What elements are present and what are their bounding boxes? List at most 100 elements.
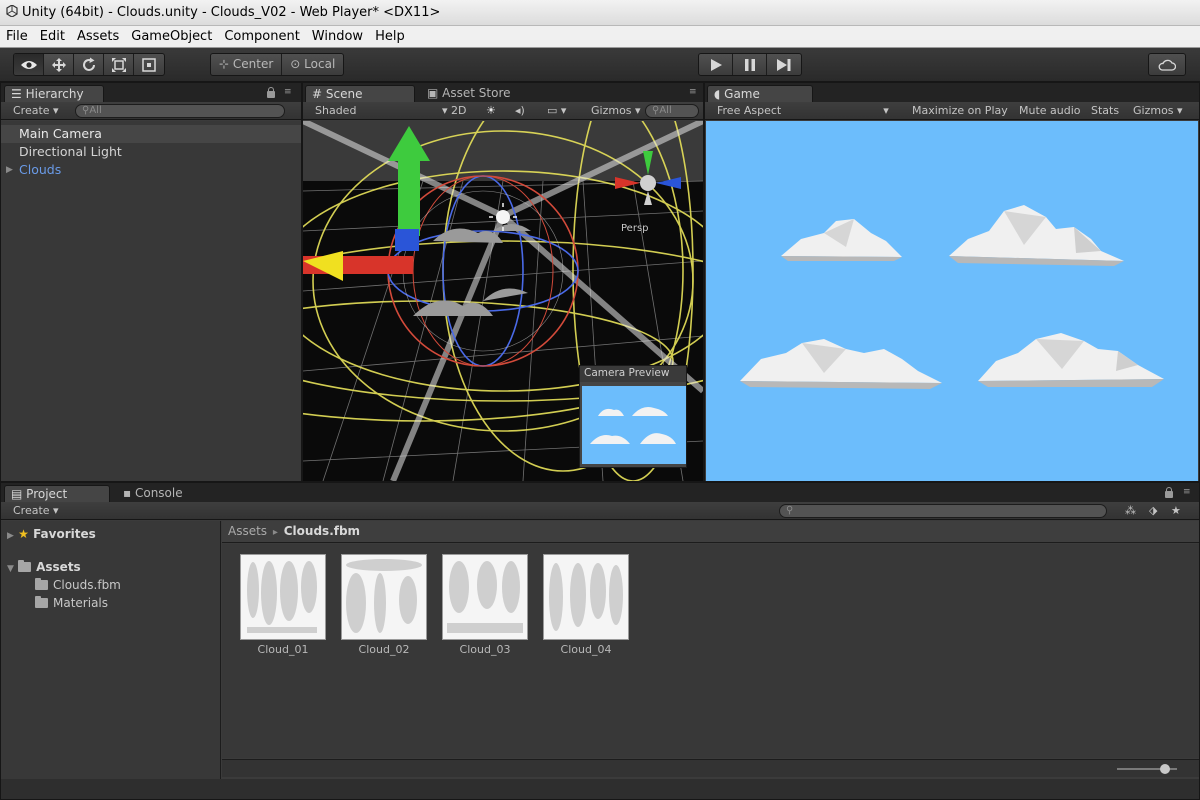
asset-thumbnail-cloud-02[interactable] [341,554,427,640]
filter-by-label-icon[interactable]: ⬗ [1149,502,1157,519]
move-tool-button[interactable] [44,54,74,75]
scene-search-placeholder: All [659,105,672,116]
camera-preview-window: Camera Preview [579,365,687,468]
scale-tool-button[interactable] [104,54,134,75]
menu-edit[interactable]: Edit [34,26,71,48]
scene-gizmos-dropdown[interactable]: Gizmos ▾ [591,102,641,119]
aspect-dropdown[interactable]: Free Aspect ▾ [717,102,889,119]
hierarchy-tabstrip: ☰ Hierarchy ≡ [1,83,301,102]
scene-panel: # Scene ▣ Asset Store ≡ Shaded ▾ 2D ☀ ◂)… [302,82,704,482]
hierarchy-item-main-camera[interactable]: Main Camera [1,125,301,143]
lock-icon[interactable] [1165,487,1173,498]
star-icon: ★ [18,527,29,541]
hierarchy-item-label: Main Camera [19,126,102,141]
scene-toolbar: Shaded ▾ 2D ☀ ◂) ▭ ▾ Gizmos ▾ ⚲All [303,102,703,120]
pivot-local-label: Local [304,57,336,71]
pause-button[interactable] [733,54,767,75]
assets-root-folder[interactable]: ▼ Assets [7,558,81,576]
texture-preview [346,559,422,633]
hierarchy-search-input[interactable]: ⚲All [75,104,285,118]
folder-icon [35,596,48,608]
camera-preview-title: Camera Preview [580,366,686,382]
cloud-button[interactable] [1149,54,1185,75]
asset-label: Cloud_01 [257,643,309,656]
scene-lighting-icon[interactable]: ☀ [486,102,496,119]
persp-label: Persp [621,223,649,234]
panel-menu-icon[interactable]: ≡ [284,88,293,97]
tab-game-label: Game [724,87,760,101]
menu-file[interactable]: File [0,26,34,48]
project-create-dropdown[interactable]: Create ▾ [13,502,59,519]
mute-audio-toggle[interactable]: Mute audio [1019,102,1081,119]
asset-thumbnail-cloud-01[interactable] [240,554,326,640]
rotate-tool-button[interactable] [74,54,104,75]
menu-component[interactable]: Component [218,26,305,48]
hierarchy-list: Main Camera Directional Light ▶ Clouds [1,121,301,481]
pivot-center-button[interactable]: ⊹ Center [211,54,283,75]
filter-by-type-icon[interactable]: ⁂ [1125,502,1136,519]
scene-effects-icon[interactable]: ▭ ▾ [547,102,566,119]
game-gizmos-label: Gizmos [1133,104,1174,117]
lock-icon[interactable] [267,87,275,98]
menu-help[interactable]: Help [369,26,411,48]
menu-gameobject[interactable]: GameObject [125,26,218,48]
favorite-star-icon[interactable]: ★ [1171,502,1181,519]
editor-status-bar [1,779,1199,799]
panel-menu-icon[interactable]: ≡ [689,88,698,97]
breadcrumb: Assets ▸ Clouds.fbm [222,521,1199,543]
tab-asset-store[interactable]: ▣ Asset Store [421,85,531,102]
game-view[interactable] [706,121,1198,481]
scale-icon [111,57,126,72]
view-tool-button[interactable] [14,54,44,75]
panel-menu-icon[interactable]: ≡ [1183,488,1192,497]
slider-handle[interactable] [1160,764,1170,774]
project-search-input[interactable]: ⚲ [779,504,1107,518]
favorites-label: Favorites [33,527,96,541]
aspect-label: Free Aspect [717,104,782,117]
shading-mode-dropdown-arrow: ▾ [441,104,448,117]
expand-arrow-icon[interactable]: ▶ [6,161,13,179]
rect-tool-button[interactable] [134,54,164,75]
hierarchy-item-directional-light[interactable]: Directional Light [1,143,301,161]
hierarchy-item-label: Clouds [19,162,62,177]
tab-scene[interactable]: # Scene [305,85,415,102]
toggle-2d-button[interactable]: 2D [451,102,466,119]
folder-label: Clouds.fbm [53,578,121,592]
shading-mode-dropdown[interactable]: Shaded ▾ [315,102,447,119]
tab-hierarchy[interactable]: ☰ Hierarchy [4,85,104,102]
transform-tools [13,53,165,76]
step-button[interactable] [767,54,801,75]
asset-label: Cloud_03 [459,643,511,656]
stats-toggle[interactable]: Stats [1091,102,1119,119]
project-folder-icon: ▤ [11,487,23,501]
favorites-section[interactable]: ▶ ★ Favorites [7,525,96,543]
texture-preview [447,561,523,633]
hierarchy-item-clouds[interactable]: ▶ Clouds [1,161,301,179]
scene-audio-icon[interactable]: ◂) [515,102,525,119]
maximize-on-play-toggle[interactable]: Maximize on Play [912,102,1008,119]
tab-project[interactable]: ▤ Project [4,485,110,502]
breadcrumb-assets[interactable]: Assets [228,524,267,538]
hierarchy-create-dropdown[interactable]: Create ▾ [13,102,59,119]
scene-search-input[interactable]: ⚲All [645,104,699,118]
menu-window[interactable]: Window [306,26,369,48]
folder-materials[interactable]: Materials [35,594,108,612]
asset-thumbnail-cloud-03[interactable] [442,554,528,640]
menu-assets[interactable]: Assets [71,26,125,48]
hierarchy-toolbar: Create ▾ ⚲All [1,102,301,120]
game-gizmos-dropdown[interactable]: Gizmos ▾ [1133,102,1183,119]
game-pacman-icon: ◖ [714,87,721,101]
asset-thumbnail-cloud-04[interactable] [543,554,629,640]
shading-mode-label: Shaded [315,104,357,117]
tab-console[interactable]: ▪ Console [117,485,207,502]
pivot-local-button[interactable]: ⊙ Local [282,54,343,75]
breadcrumb-current[interactable]: Clouds.fbm [284,524,360,538]
pivot-toggles: ⊹ Center ⊙ Local [210,53,345,76]
folder-icon [35,578,48,590]
tab-console-label: Console [134,486,183,500]
folder-clouds-fbm[interactable]: Clouds.fbm [35,576,121,594]
play-button[interactable] [699,54,733,75]
unity-logo-icon [6,5,18,17]
move-arrows-icon [51,57,66,72]
tab-game[interactable]: ◖ Game [707,85,813,102]
